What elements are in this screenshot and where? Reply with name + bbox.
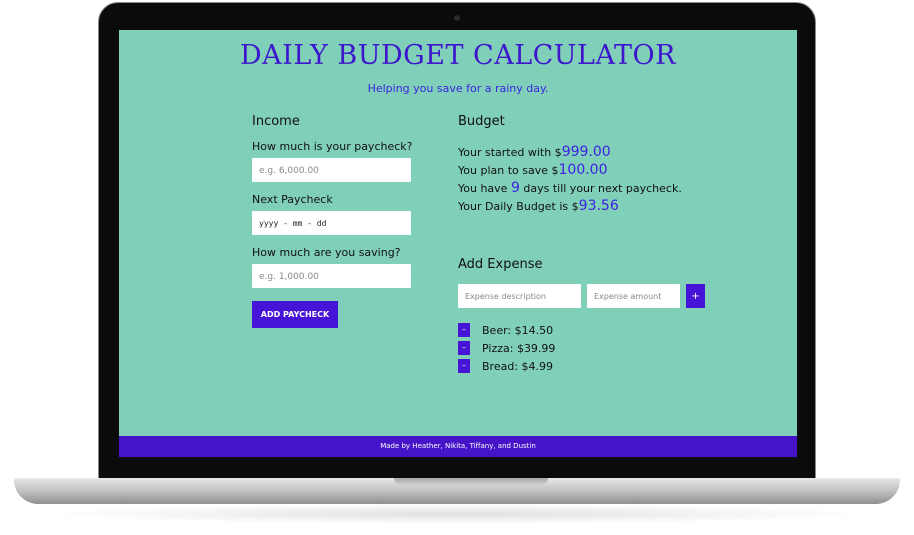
income-section: Income How much is your paycheck? e.g. 6… [252,114,422,328]
expense-description-input[interactable]: Expense description [458,284,581,308]
laptop-frame: DAILY BUDGET CALCULATOR Helping you save… [0,0,914,535]
budget-section: Budget Your started with $999.00 You pla… [458,114,758,215]
remove-expense-button[interactable]: – [458,323,470,337]
next-paycheck-label: Next Paycheck [252,193,333,206]
expense-label: Beer: $14.50 [482,323,554,337]
days-suffix: days till your next paycheck. [519,182,682,195]
list-item: – Bread: $4.99 [458,357,758,375]
expense-list: – Beer: $14.50 – Pizza: $39.99 – Bread: … [458,321,758,375]
expense-label: Pizza: $39.99 [482,341,556,355]
add-expense-section: Add Expense Expense description Expense … [458,257,758,375]
expense-form: Expense description Expense amount + [458,284,758,308]
app-screen: DAILY BUDGET CALCULATOR Helping you save… [119,30,797,457]
started-value: 999.00 [561,144,611,160]
add-expense-heading: Add Expense [458,257,543,272]
budget-heading: Budget [458,114,505,129]
laptop-base [14,478,900,504]
income-heading: Income [252,114,300,129]
list-item: – Pizza: $39.99 [458,339,758,357]
page-subtitle: Helping you save for a rainy day. [367,82,549,95]
remove-expense-button[interactable]: – [458,341,470,355]
paycheck-input[interactable]: e.g. 6,000.00 [252,158,411,182]
add-expense-button[interactable]: + [686,284,705,308]
started-line: Your started with $999.00 [458,143,758,161]
expense-label: Bread: $4.99 [482,359,554,373]
save-value: 100.00 [558,162,608,178]
started-prefix: Your started with $ [458,146,562,159]
save-line: You plan to save $100.00 [458,161,758,179]
saving-label: How much are you saving? [252,246,401,259]
laptop-shadow [40,504,874,524]
saving-input[interactable]: e.g. 1,000.00 [252,264,411,288]
remove-expense-button[interactable]: – [458,359,470,373]
days-value: 9 [510,180,520,196]
days-prefix: You have [458,182,511,195]
save-prefix: You plan to save $ [458,164,559,177]
daily-prefix: Your Daily Budget is $ [458,200,579,213]
list-item: – Beer: $14.50 [458,321,758,339]
camera-icon [454,15,460,21]
days-line: You have 9 days till your next paycheck. [458,179,758,197]
laptop-notch [394,478,548,485]
add-paycheck-button[interactable]: ADD PAYCHECK [252,301,338,328]
budget-summary: Your started with $999.00 You plan to sa… [458,143,758,215]
page-title: DAILY BUDGET CALCULATOR [240,40,676,71]
footer-credits: Made by Heather, Nikita, Tiffany, and Du… [119,436,797,457]
next-paycheck-date-input[interactable]: yyyy - mm - dd [252,211,411,235]
daily-value: 93.56 [578,198,619,214]
daily-line: Your Daily Budget is $93.56 [458,197,758,215]
expense-amount-input[interactable]: Expense amount [587,284,680,308]
paycheck-label: How much is your paycheck? [252,140,413,153]
